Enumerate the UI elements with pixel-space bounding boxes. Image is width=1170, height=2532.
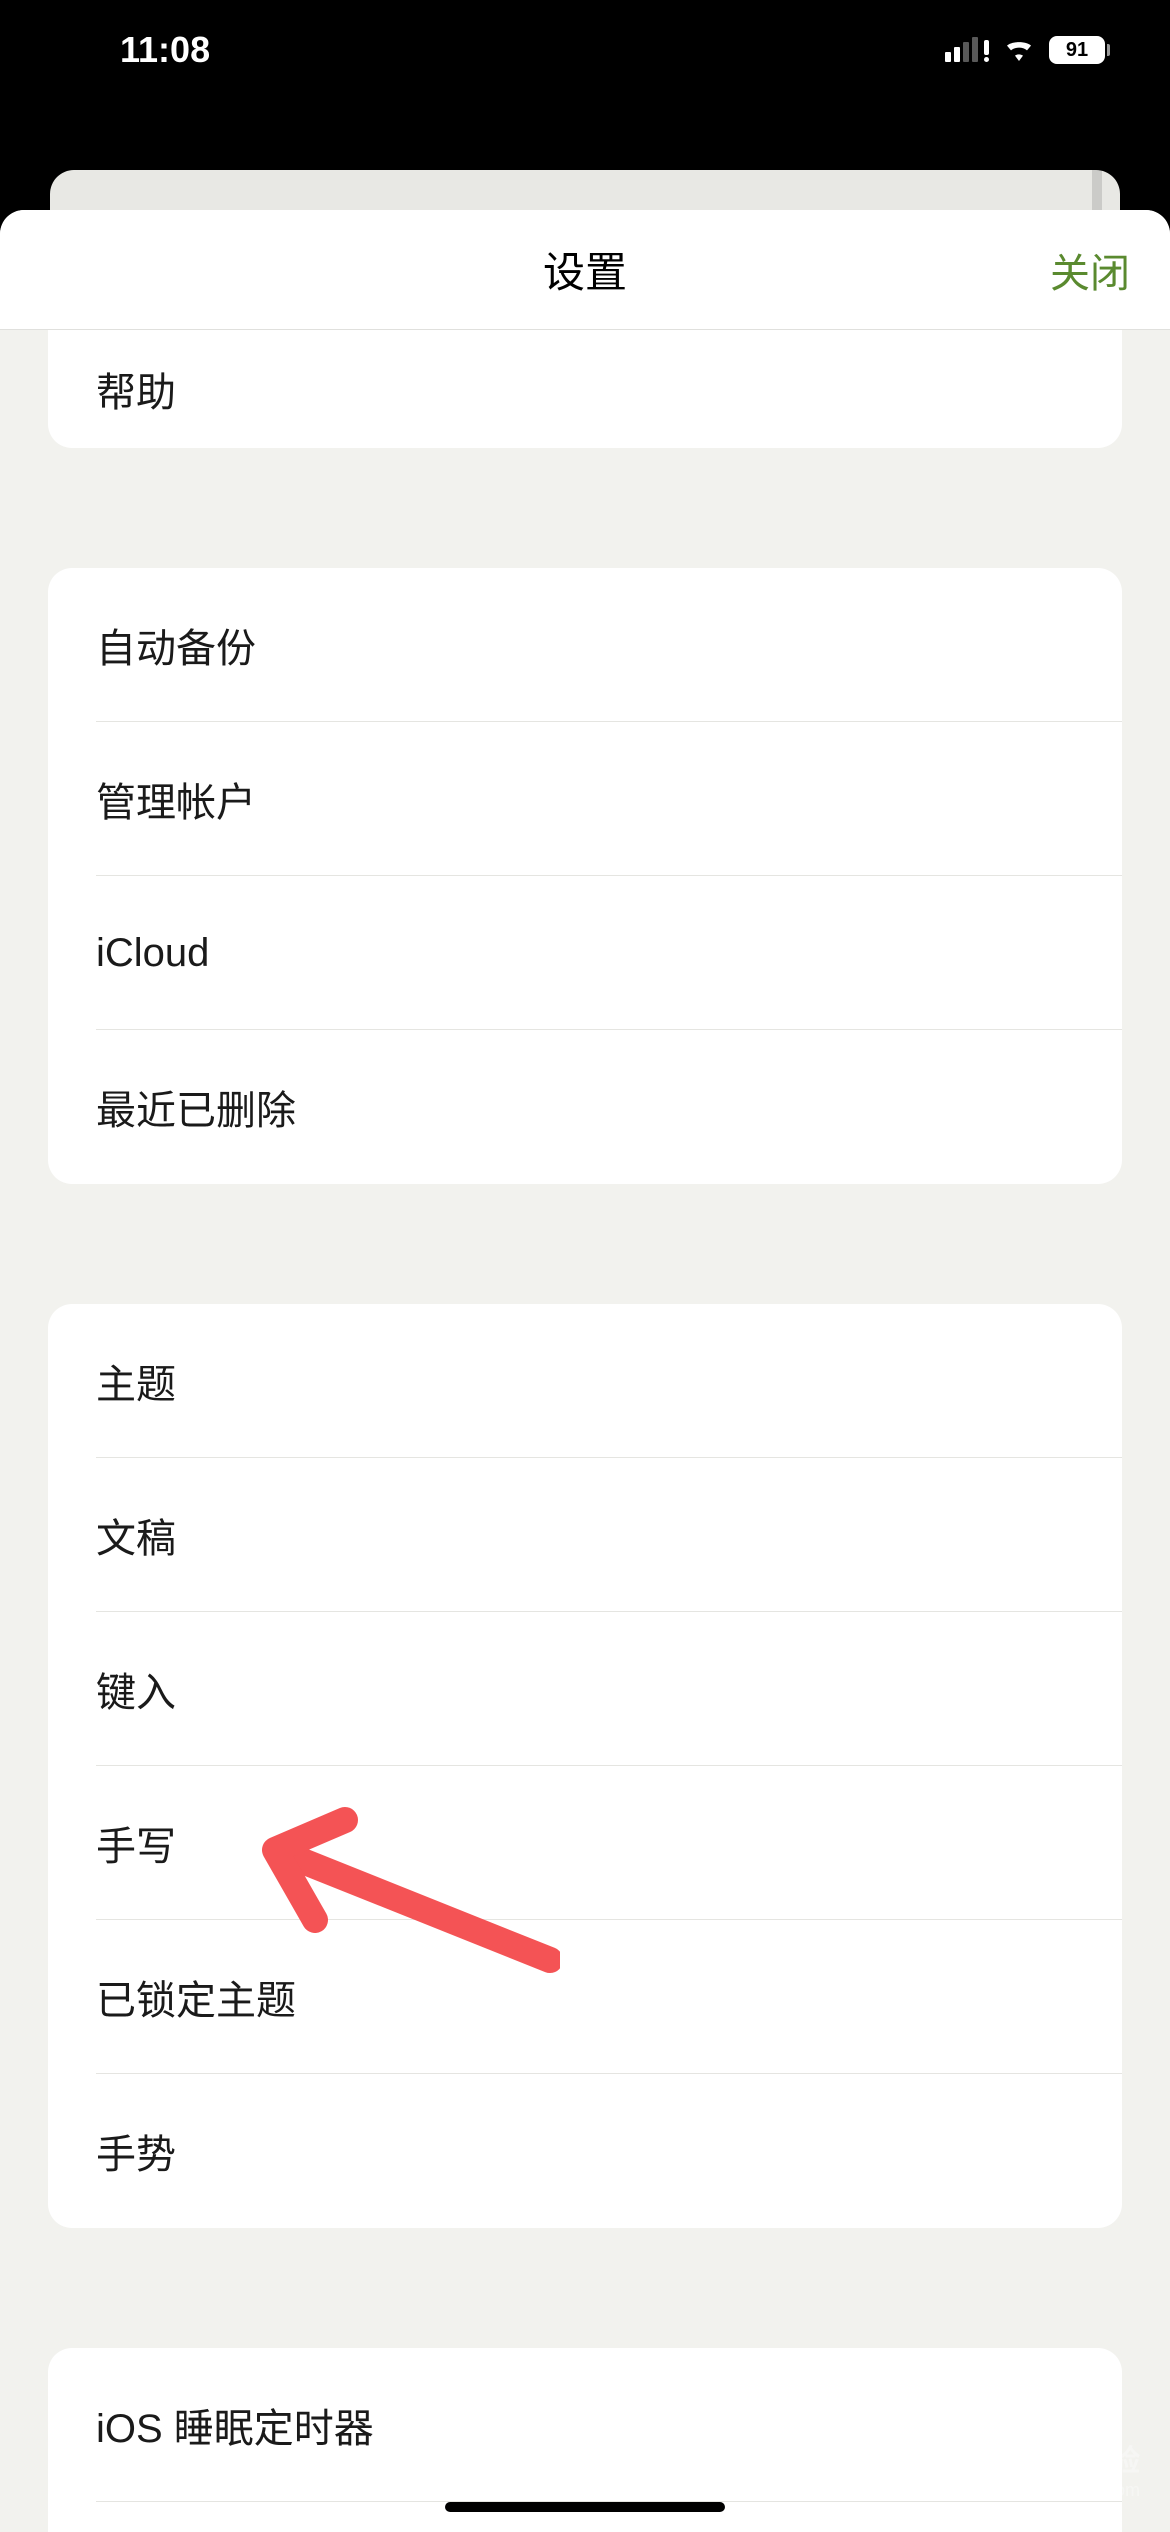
row-label: 文稿 [96, 1506, 176, 1564]
watermark: Bai度经验 jingyan.baidu.com [995, 2444, 1140, 2502]
row-locked-theme[interactable]: 已锁定主题 [48, 1920, 1122, 2074]
row-recently-deleted[interactable]: 最近已删除 [48, 1030, 1122, 1184]
row-auto-backup[interactable]: 自动备份 [48, 568, 1122, 722]
wifi-icon [1003, 31, 1035, 70]
status-bar: 11:08 91 [0, 0, 1170, 100]
row-ios-sleep-timer[interactable]: iOS 睡眠定时器 [48, 2348, 1122, 2502]
close-button[interactable]: 关闭 [1050, 241, 1130, 299]
row-help[interactable]: 帮助 [48, 330, 1122, 448]
row-label: 管理帐户 [96, 770, 256, 828]
settings-content: 帮助 自动备份 管理帐户 iCloud 最近已删除 主题 文稿 [0, 330, 1170, 2532]
settings-group-help: 帮助 [48, 330, 1122, 448]
row-handwriting[interactable]: 手写 [48, 1766, 1122, 1920]
status-time: 11:08 [120, 29, 210, 71]
row-theme[interactable]: 主题 [48, 1304, 1122, 1458]
settings-sheet: 设置 关闭 帮助 自动备份 管理帐户 iCloud 最近已删除 主题 [0, 210, 1170, 2532]
row-label: 键入 [96, 1660, 176, 1718]
row-label: 手写 [96, 1814, 176, 1872]
row-gestures[interactable]: 手势 [48, 2074, 1122, 2228]
row-label: 帮助 [96, 360, 176, 418]
row-label: iCloud [96, 931, 209, 976]
cellular-signal-icon [945, 38, 989, 62]
watermark-url: jingyan.baidu.com [995, 2480, 1140, 2502]
row-label: 自动备份 [96, 616, 256, 674]
modal-header: 设置 关闭 [0, 210, 1170, 330]
row-label: iOS 睡眠定时器 [96, 2396, 374, 2454]
row-label: 已锁定主题 [96, 1968, 296, 2026]
row-label: 主题 [96, 1352, 176, 1410]
page-title: 设置 [543, 239, 627, 300]
battery-level: 91 [1049, 36, 1105, 64]
row-label: 手势 [96, 2122, 176, 2180]
battery-icon: 91 [1049, 36, 1110, 64]
status-indicators: 91 [945, 31, 1110, 70]
row-label: 最近已删除 [96, 1078, 296, 1136]
watermark-brand: Bai度经验 [995, 2444, 1140, 2480]
row-document[interactable]: 文稿 [48, 1458, 1122, 1612]
home-indicator[interactable] [445, 2502, 725, 2512]
row-manage-account[interactable]: 管理帐户 [48, 722, 1122, 876]
row-icloud[interactable]: iCloud [48, 876, 1122, 1030]
settings-group-account: 自动备份 管理帐户 iCloud 最近已删除 [48, 568, 1122, 1184]
settings-group-editor: 主题 文稿 键入 手写 已锁定主题 手势 [48, 1304, 1122, 2228]
row-typing[interactable]: 键入 [48, 1612, 1122, 1766]
